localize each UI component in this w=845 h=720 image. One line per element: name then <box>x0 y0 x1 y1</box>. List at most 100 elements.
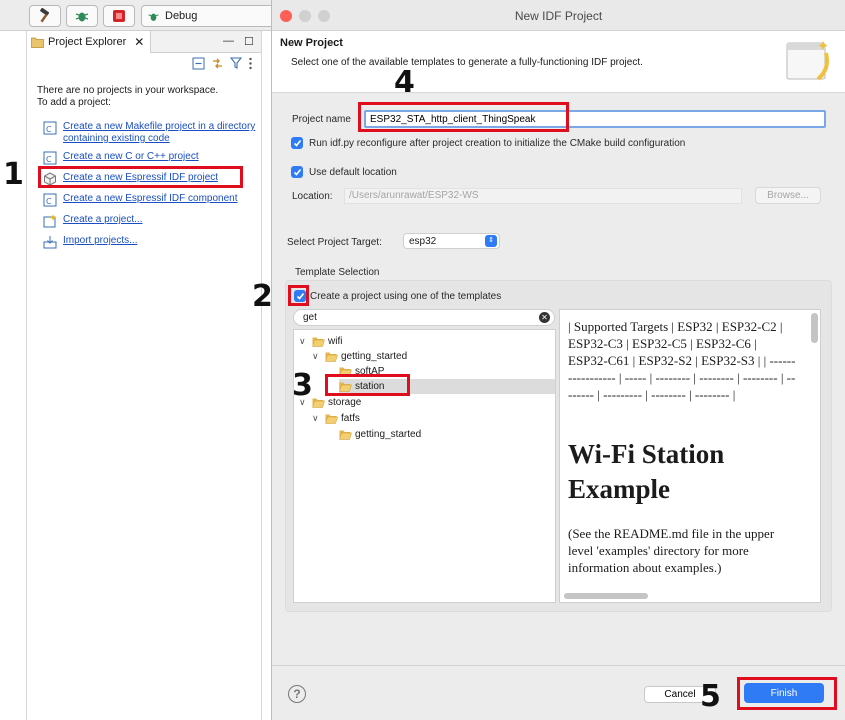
tree-node-fatfs[interactable]: ∨ fatfs <box>312 411 360 426</box>
create-project-links: C Create a new Makefile project in a dir… <box>43 121 257 256</box>
clear-search-icon[interactable]: ✕ <box>539 312 550 323</box>
makefile-project-link-row: C Create a new Makefile project in a dir… <box>43 121 257 145</box>
tree-node-label: station <box>355 381 385 392</box>
svg-text:C: C <box>46 155 52 164</box>
finish-button[interactable]: Finish <box>744 683 824 703</box>
makefile-project-link[interactable]: Create a new Makefile project in a direc… <box>63 121 257 145</box>
c-project-icon: C <box>43 151 57 165</box>
link-with-editor-icon[interactable] <box>211 57 224 70</box>
hammer-icon <box>40 8 50 23</box>
dialog-title: New IDF Project <box>514 9 603 23</box>
collapse-all-icon[interactable] <box>192 57 205 70</box>
espressif-component-link[interactable]: Create a new Espressif IDF component <box>63 193 238 205</box>
updown-chevron-icon: ⇕ <box>485 235 497 247</box>
step-number-1: 1 <box>3 157 24 192</box>
template-search-input[interactable]: get ✕ <box>293 309 555 326</box>
minimize-icon[interactable]: — <box>223 35 234 47</box>
import-icon <box>43 236 57 249</box>
open-folder-icon <box>312 337 325 347</box>
template-tree: ∨ wifi ∨ getting_started softAP station … <box>293 329 556 603</box>
checkmark-icon <box>293 139 301 147</box>
espressif-project-icon <box>44 172 56 186</box>
tree-node-label: storage <box>328 397 362 408</box>
project-explorer-tab-label: Project Explorer <box>48 36 127 48</box>
checkmark-icon <box>296 292 304 300</box>
default-location-label: Use default location <box>309 167 397 178</box>
project-name-label: Project name <box>292 114 351 125</box>
tree-node-fatfs-getting-started[interactable]: getting_started <box>339 427 421 442</box>
readme-paragraph: (See the README.md file in the upper lev… <box>568 526 775 575</box>
tree-node-label: wifi <box>328 336 343 347</box>
stop-button[interactable] <box>103 5 135 27</box>
readme-horizontal-scrollbar[interactable] <box>564 593 648 599</box>
launch-mode-select[interactable]: Debug <box>141 5 276 27</box>
import-projects-link[interactable]: Import projects... <box>63 235 137 247</box>
tree-node-softap[interactable]: softAP <box>339 364 384 379</box>
tree-node-label: getting_started <box>355 429 422 440</box>
maximize-icon[interactable]: ☐ <box>244 35 254 48</box>
explorer-tab-bar: Project Explorer ✕ — ☐ <box>27 31 261 53</box>
tree-node-station[interactable]: station <box>339 379 555 394</box>
new-project-link-row: Create a project... <box>43 214 257 228</box>
readme-supported-targets: | Supported Targets | ESP32 | ESP32-C2 |… <box>568 319 796 402</box>
makefile-project-icon: C <box>43 121 57 135</box>
open-folder-icon <box>312 398 325 408</box>
filter-icon[interactable] <box>230 57 242 70</box>
location-label: Location: <box>292 191 333 202</box>
dialog-titlebar: New IDF Project <box>272 0 845 31</box>
chevron-down-icon[interactable]: ∨ <box>312 413 322 424</box>
new-project-link[interactable]: Create a project... <box>63 214 142 226</box>
step-number-4: 4 <box>394 65 415 100</box>
explorer-toolbar <box>192 57 253 70</box>
tree-node-label: getting_started <box>341 351 408 362</box>
default-location-checkbox[interactable] <box>291 166 303 178</box>
step-number-3: 3 <box>292 368 313 403</box>
use-template-checkbox[interactable] <box>294 290 306 302</box>
bug-icon <box>148 13 159 21</box>
chevron-down-icon[interactable]: ∨ <box>312 351 322 362</box>
launch-mode-label: Debug <box>165 10 198 22</box>
no-projects-message: There are no projects in your workspace.… <box>37 85 219 108</box>
step-number-5: 5 <box>700 679 721 714</box>
debug-launch-button[interactable] <box>66 5 98 27</box>
espressif-component-icon: C <box>43 193 57 207</box>
template-selection-label: Template Selection <box>295 267 380 278</box>
svg-text:C: C <box>46 125 52 134</box>
step-number-2: 2 <box>252 279 273 314</box>
browse-button[interactable]: Browse... <box>755 187 821 204</box>
espressif-component-link-row: C Create a new Espressif IDF component <box>43 193 257 207</box>
c-project-link[interactable]: Create a new C or C++ project <box>63 151 199 163</box>
new-project-icon <box>43 214 56 228</box>
view-menu-icon[interactable] <box>248 57 253 70</box>
tree-node-wifi[interactable]: ∨ wifi <box>299 334 342 349</box>
c-project-link-row: C Create a new C or C++ project <box>43 151 257 165</box>
bug-icon <box>75 12 89 22</box>
readme-vertical-scrollbar[interactable] <box>811 313 818 343</box>
project-target-select[interactable]: esp32 ⇕ <box>403 233 500 249</box>
espressif-project-link[interactable]: Create a new Espressif IDF project <box>63 172 218 184</box>
help-button[interactable]: ? <box>288 685 306 703</box>
project-name-input[interactable] <box>364 110 826 128</box>
template-readme-preview[interactable]: | Supported Targets | ESP32 | ESP32-C2 |… <box>559 309 821 603</box>
wizard-header: New Project Select one of the available … <box>272 31 845 93</box>
project-target-value: esp32 <box>409 235 437 247</box>
wizard-page-description: Select one of the available templates to… <box>291 57 643 68</box>
target-label: Select Project Target: <box>287 237 382 248</box>
espressif-project-link-row: Create a new Espressif IDF project <box>43 172 257 186</box>
project-explorer-tab[interactable]: Project Explorer ✕ <box>27 31 151 53</box>
template-search-value: get <box>303 312 317 323</box>
chevron-down-icon[interactable]: ∨ <box>299 336 309 347</box>
tree-node-label: softAP <box>355 366 385 377</box>
new-idf-project-dialog: New IDF Project New Project Select one o… <box>271 0 845 720</box>
import-projects-link-row: Import projects... <box>43 235 257 249</box>
reconfigure-checkbox[interactable] <box>291 137 303 149</box>
readme-heading: Wi-Fi Station Example <box>568 439 725 504</box>
close-icon[interactable]: ✕ <box>134 35 144 49</box>
use-template-label: Create a project using one of the templa… <box>310 291 502 302</box>
build-button[interactable] <box>29 5 61 27</box>
open-folder-icon <box>325 414 338 424</box>
ide-toolbar: Debug <box>0 0 276 31</box>
open-folder-icon <box>339 382 352 392</box>
tree-node-getting-started[interactable]: ∨ getting_started <box>312 349 407 364</box>
location-input[interactable]: /Users/arunrawat/ESP32-WS <box>344 188 742 204</box>
